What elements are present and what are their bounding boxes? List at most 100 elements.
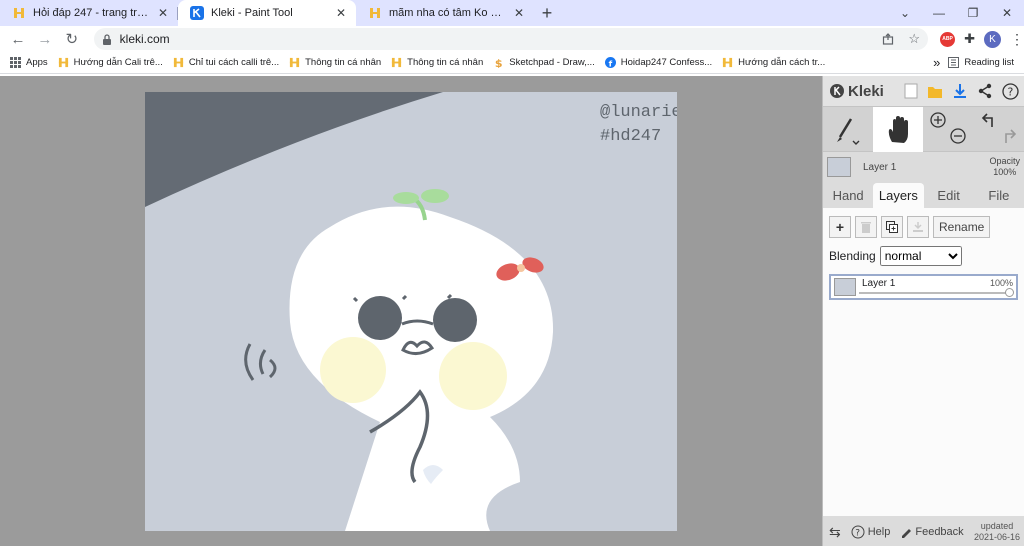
watermark-line1: @lunarie xyxy=(600,103,677,122)
hoidap-favicon-icon xyxy=(12,6,26,20)
profile-avatar[interactable]: K xyxy=(983,30,1001,48)
kleki-panel: Kleki ? Layer 1 Opacity 100% Hand Layers… xyxy=(822,76,1024,546)
open-folder-icon[interactable] xyxy=(927,83,943,99)
zoom-tools xyxy=(923,107,973,152)
reading-list[interactable]: Reading list xyxy=(948,57,1014,68)
download-icon[interactable] xyxy=(952,83,968,99)
bookmark-item[interactable]: Hướng dẫn cách tr... xyxy=(722,57,825,68)
close-tab-icon[interactable]: ✕ xyxy=(512,6,526,20)
layer-item-name: Layer 1 xyxy=(862,278,896,289)
close-window-button[interactable]: ✕ xyxy=(990,0,1024,26)
omnibox[interactable]: kleki.com ☆ xyxy=(93,28,929,50)
tab-layers[interactable]: Layers xyxy=(873,183,924,208)
bookmark-label: Hướng dẫn Cali trê... xyxy=(73,57,163,68)
hand-icon xyxy=(888,115,908,143)
watermark-line2: #hd247 xyxy=(600,127,661,146)
hoidap-favicon-icon xyxy=(173,57,183,68)
url-text: kleki.com xyxy=(119,32,170,46)
undo-redo-tools xyxy=(973,107,1023,152)
rename-layer-button[interactable]: Rename xyxy=(933,216,991,238)
feedback-label: Feedback xyxy=(915,526,964,538)
brush-tool[interactable] xyxy=(823,107,873,152)
kleki-favicon-icon xyxy=(190,6,204,20)
bookmark-label: Apps xyxy=(26,57,48,68)
panel-header: Kleki ? xyxy=(823,76,1024,106)
extensions-area: ABP ✚ K ⋮ xyxy=(940,30,1024,48)
bookmark-label: Thông tin cá nhân xyxy=(305,57,382,68)
reload-icon[interactable]: ↻ xyxy=(60,27,84,51)
zoom-in-icon[interactable] xyxy=(929,111,947,129)
blending-row: Blending normal xyxy=(829,246,1018,266)
merge-down-button[interactable] xyxy=(907,216,929,238)
bookmark-item[interactable]: f Hoidap247 Confess... xyxy=(604,57,712,68)
hoidap-favicon-icon xyxy=(290,57,300,68)
adblock-icon[interactable]: ABP xyxy=(940,31,956,47)
close-tab-icon[interactable]: ✕ xyxy=(334,6,348,20)
tab-mam[interactable]: mãm nha có tâm Ko dành cho cc ✕ xyxy=(356,0,534,26)
bookmark-star-icon[interactable]: ☆ xyxy=(908,32,920,45)
delete-layer-button[interactable] xyxy=(855,216,877,238)
undo-icon[interactable] xyxy=(981,111,999,129)
opacity-label: Opacity xyxy=(989,156,1020,166)
zoom-out-icon[interactable] xyxy=(949,127,967,145)
sketchpad-favicon-icon: $ xyxy=(495,57,503,68)
updated-date: 2021-06-16 xyxy=(973,532,1020,542)
bookmark-label: Thông tin cá nhân xyxy=(407,57,484,68)
duplicate-layer-button[interactable] xyxy=(881,216,903,238)
slider-knob[interactable] xyxy=(1005,288,1014,297)
bookmark-item[interactable]: Thông tin cá nhân xyxy=(391,57,483,68)
share-icon[interactable] xyxy=(882,33,894,45)
tab-file[interactable]: File xyxy=(974,188,1024,208)
tab-search-icon[interactable]: ⌄ xyxy=(888,0,922,26)
bookmarks-overflow[interactable]: » xyxy=(933,55,940,70)
layer-thumbnail xyxy=(827,157,851,177)
canvas-workspace[interactable]: @lunarie #hd247 xyxy=(0,76,822,546)
current-layer-info: Layer 1 Opacity 100% xyxy=(823,152,1024,182)
help-icon[interactable]: ? xyxy=(1002,82,1019,100)
updated-label: updated xyxy=(980,521,1014,531)
minimize-button[interactable]: — xyxy=(922,0,956,26)
hand-tool[interactable] xyxy=(873,107,923,152)
close-tab-icon[interactable]: ✕ xyxy=(156,6,170,20)
bookmark-item[interactable]: Chỉ tui cách calli trê... xyxy=(173,57,279,68)
bookmark-apps[interactable]: Apps xyxy=(10,57,48,68)
hoidap-favicon-icon xyxy=(368,6,382,20)
bookmark-label: Chỉ tui cách calli trê... xyxy=(188,57,280,68)
help-link[interactable]: ? Help xyxy=(851,525,890,539)
forward-icon[interactable]: → xyxy=(33,27,57,51)
back-icon[interactable]: ← xyxy=(6,27,30,51)
blending-select[interactable]: normal xyxy=(879,246,962,266)
svg-text:?: ? xyxy=(855,529,860,539)
panel-tabs: Hand Layers Edit File xyxy=(823,183,1024,208)
bookmark-item[interactable]: $ Sketchpad - Draw,... xyxy=(493,57,595,68)
hoidap-favicon-icon xyxy=(58,57,68,68)
opacity-value: 100% xyxy=(993,167,1017,177)
kebab-menu-icon[interactable]: ⋮ xyxy=(1010,31,1024,48)
tab-title: Hỏi đáp 247 - trang tra loi xyxy=(33,7,150,19)
tab-hoidap[interactable]: Hỏi đáp 247 - trang tra loi ✕ xyxy=(0,0,178,26)
help-icon: ? xyxy=(851,525,865,539)
merge-down-icon xyxy=(913,222,923,232)
bookmark-item[interactable]: Hướng dẫn Cali trê... xyxy=(58,57,163,68)
toolbar xyxy=(823,106,1024,152)
bookmark-item[interactable]: Thông tin cá nhân xyxy=(289,57,381,68)
layer-list-item[interactable]: Layer 1 100% xyxy=(829,274,1018,300)
new-file-icon[interactable] xyxy=(904,83,918,99)
add-layer-button[interactable]: + xyxy=(829,216,851,238)
redo-icon[interactable] xyxy=(999,127,1017,145)
new-tab-button[interactable]: + xyxy=(534,0,560,26)
reading-list-icon xyxy=(948,57,960,68)
blending-label: Blending xyxy=(829,249,876,263)
tab-edit[interactable]: Edit xyxy=(924,188,974,208)
restore-button[interactable]: ❐ xyxy=(956,0,990,26)
kleki-logo[interactable]: Kleki xyxy=(829,83,884,100)
share-icon[interactable] xyxy=(977,83,993,99)
tab-kleki[interactable]: Kleki - Paint Tool ✕ xyxy=(178,0,356,26)
puzzle-extensions-icon[interactable]: ✚ xyxy=(964,31,975,47)
feedback-link[interactable]: Feedback xyxy=(900,526,964,538)
layer-opacity-slider[interactable] xyxy=(859,288,1014,297)
swap-sides-icon[interactable]: ⇆ xyxy=(829,524,841,541)
tab-hand[interactable]: Hand xyxy=(823,188,873,208)
drawing-canvas[interactable]: @lunarie #hd247 xyxy=(145,92,677,531)
lock-icon xyxy=(102,33,111,45)
